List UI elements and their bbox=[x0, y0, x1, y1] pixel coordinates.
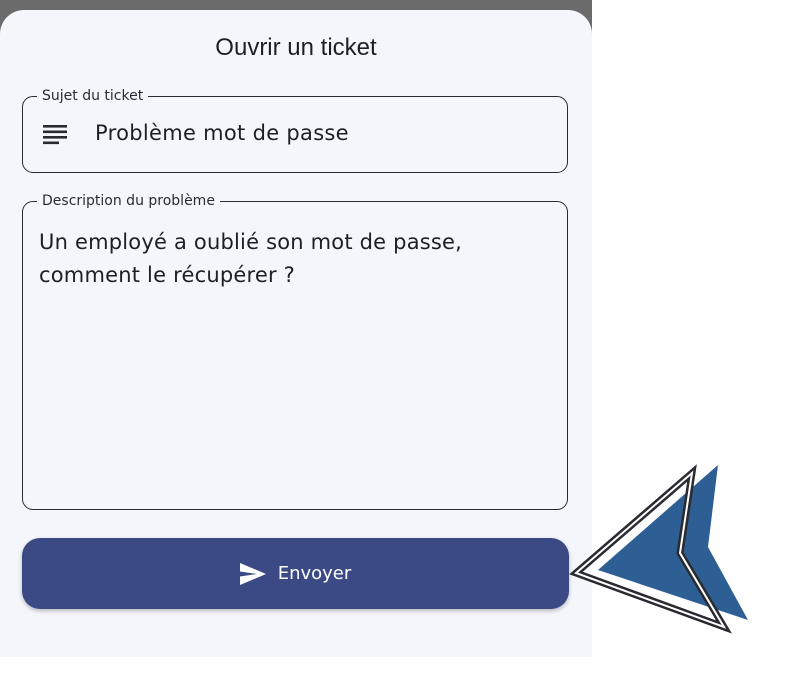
subject-field-label: Sujet du ticket bbox=[37, 86, 149, 106]
subject-field[interactable]: Sujet du ticket Problème mot de passe bbox=[22, 86, 568, 173]
description-field[interactable]: Description du problème Un employé a oub… bbox=[22, 191, 568, 510]
lines-icon bbox=[43, 125, 67, 145]
subject-input[interactable]: Problème mot de passe bbox=[95, 121, 349, 145]
description-textarea[interactable]: Un employé a oublié son mot de passe, co… bbox=[39, 226, 539, 292]
pointer-arrow-icon bbox=[569, 464, 748, 634]
send-icon bbox=[239, 562, 266, 585]
send-button[interactable]: Envoyer bbox=[22, 538, 569, 609]
dialog-title: Ouvrir un ticket bbox=[215, 34, 377, 61]
description-field-label: Description du problème bbox=[37, 191, 220, 211]
send-button-label: Envoyer bbox=[277, 563, 352, 584]
